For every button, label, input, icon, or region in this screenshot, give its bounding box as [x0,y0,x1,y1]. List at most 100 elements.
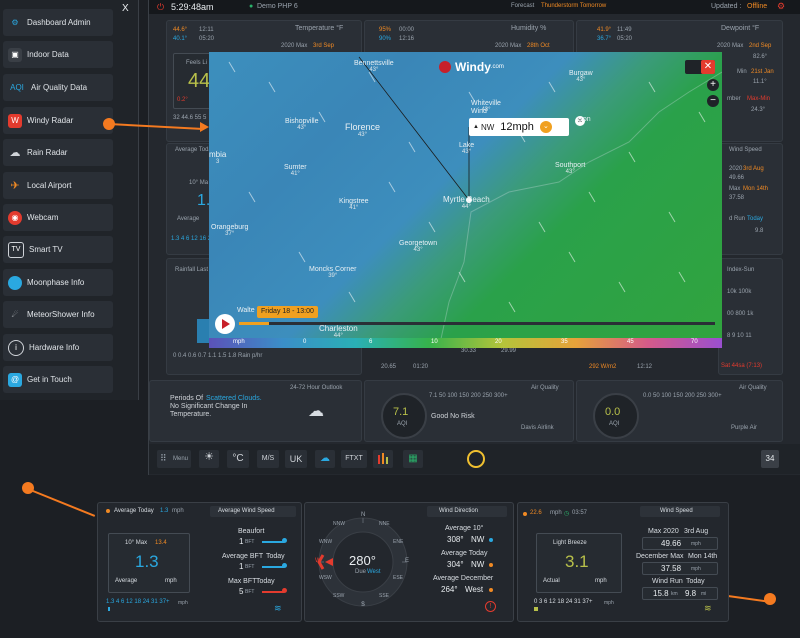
windy-brand-sub: .com [490,64,504,70]
dec-max-label: December Max [636,553,684,560]
wind-speed-side-tile: Wind Speed 2020 3rd Aug 49.66 Max Mon 14… [718,143,783,255]
menu-item-webcam[interactable]: ◉ Webcam [3,204,113,231]
timeline-label[interactable]: Friday 18 - 13:00 [257,306,318,318]
play-button[interactable] [215,314,235,334]
menu-item-local-airport[interactable]: ✈ Local Airport [3,172,113,199]
menu-item-label: Get in Touch [27,375,72,384]
side-wind-title: Wind Speed [729,147,762,153]
index-sun-l1: 10k 100k [727,289,752,295]
max-2020-date: 3rd Aug [684,528,709,535]
city-label: Sumter 41° [284,164,307,177]
calendar-button[interactable]: ▦ [403,450,423,468]
city-label: Charleston 44° [319,324,358,339]
timeline-progress [239,322,269,325]
menu-close-button[interactable]: X [122,3,129,14]
refresh-icon[interactable] [467,450,485,468]
max-bft-label: Max BFT [228,578,257,585]
avg-today-avg: Average [177,216,200,222]
aq1-gauge: 7.1 AQI [381,393,427,439]
temp-delta: 0.2° [177,97,188,103]
legend-tick: 70 [691,339,698,345]
chart-button[interactable] [373,450,393,468]
compass-nne: NNE [379,521,390,527]
ms-button[interactable]: M/S [257,450,279,468]
side-wind-run-val: 9.8 [755,228,764,234]
avg-wind-avg-label: Average [115,578,138,584]
index-sun-title: Index-Sun [727,267,755,273]
aq1-title: Air Quality [531,385,559,391]
ftxt-button[interactable]: FTXT [341,450,367,468]
city-label: Bennettsville 43° [354,60,394,73]
menu-item-moonphase[interactable]: Moonphase Info [3,269,113,296]
dewpoint-value-3: 24.3° [751,107,766,113]
aq1-scale: 7.1 50 100 150 200 250 300+ [429,393,508,399]
menu-item-get-in-touch[interactable]: @ Get in Touch [3,366,113,393]
wind-speed-scale-unit: mph [604,600,614,606]
menu-item-label: Rain Radar [27,148,68,157]
sun-theme-button[interactable]: ☀ [199,450,219,468]
windy-logo[interactable]: Windy .com [439,60,504,74]
wind-direction-arrow-icon: ▲ [473,124,479,130]
wind-popup[interactable]: ▲ NW 12mph ⌄ [469,118,569,136]
menu-item-dashboard-admin[interactable]: ⚙ Dashboard Admin [3,9,113,36]
chart-bar-icon-3 [386,457,388,464]
power-icon[interactable]: ⏻ [157,2,164,13]
menu-item-rain-radar[interactable]: ☁ Rain Radar [3,139,113,166]
humidity-max-label: 2020 Max [495,43,522,49]
menu-button[interactable]: Menu ⠿ [157,450,191,468]
zoom-out-button[interactable]: − [707,95,719,107]
wind-direction-title: Wind Direction [439,508,479,514]
airplane-icon: ✈ [10,179,20,192]
forecast-alert[interactable]: Thunderstorm Tomorrow [541,3,606,9]
avg10-label: Average 10° [445,525,484,532]
weather-icon-button[interactable]: ☁ [315,450,335,468]
zoom-in-button[interactable]: + [707,79,719,91]
menu-item-meteorshower[interactable]: ☄ MeteorShower Info [3,301,113,328]
menu-item-smart-tv[interactable]: TV Smart TV [3,236,113,263]
legend-tick: 35 [561,339,568,345]
avg-bft-label: Average BFT [222,553,264,560]
compass-sse: SSE [379,593,390,599]
air-quality-tile-2: Air Quality 0.0 AQI 0.0 50 100 150 200 2… [576,380,783,442]
menu-item-windy-radar[interactable]: W Windy Radar [3,107,113,134]
dewpoint-low: 36.7° [597,36,612,42]
city-label: Bishopville 43° [285,118,319,131]
avg-dec-dir: West [465,585,484,594]
windy-icon: W [8,113,22,128]
alert-icon[interactable]: ! [485,601,496,612]
clock-icon: ◷ [564,511,570,517]
annotation-arrow-line [27,488,96,517]
wind-waves-icon: ≋ [704,603,712,613]
dewpoint-value-2: 11.1° [753,79,767,85]
city-label: Walte [237,307,255,314]
windy-map[interactable]: Windy .com ✕ + − ▲ NW 12mph ⌄ × Bennetts… [209,52,722,348]
updated-label: Updated : [711,3,742,10]
menu-item-air-quality[interactable]: AQI Air Quality Data [3,74,113,101]
annotation-arrow-line [727,595,766,603]
aq2-source: Purple Air [731,425,758,431]
map-close-button[interactable]: ✕ [701,60,715,74]
humidity-low-time: 12:16 [399,36,415,42]
avg-wind-unit: mph [165,578,177,584]
webcam-icon: ◉ [8,210,22,225]
avg10-value: 308° [447,535,464,544]
timeline-track[interactable] [239,322,715,325]
index-sun-l3: 8 9 10 11 [727,333,752,339]
wind-popup-direction: NW [480,122,495,132]
celsius-button[interactable]: °C [227,450,249,468]
uk-button[interactable]: UK [285,450,307,468]
date-badge[interactable]: 34 [761,450,779,468]
wind-speed-big: 3.1 [565,552,589,571]
aq2-scale: 0.0 50 100 150 200 250 300+ [643,393,722,399]
menu-item-label: Smart TV [29,245,63,254]
legend-tick: 20 [495,339,502,345]
map-close-area[interactable]: ✕ [685,60,715,74]
menu-item-indoor-data[interactable]: ▣ Indoor Data [3,41,113,68]
wind-run-when: Today [686,578,705,585]
dewpoint-max-min: Max-Min [747,96,771,102]
compass-s: S [361,602,366,608]
popup-expand-icon[interactable]: ⌄ [539,121,552,133]
menu-item-hardware-info[interactable]: i Hardware Info [3,334,113,361]
settings-icon[interactable]: ⚙ [777,1,785,12]
city-label: Burgaw 43° [569,70,593,83]
